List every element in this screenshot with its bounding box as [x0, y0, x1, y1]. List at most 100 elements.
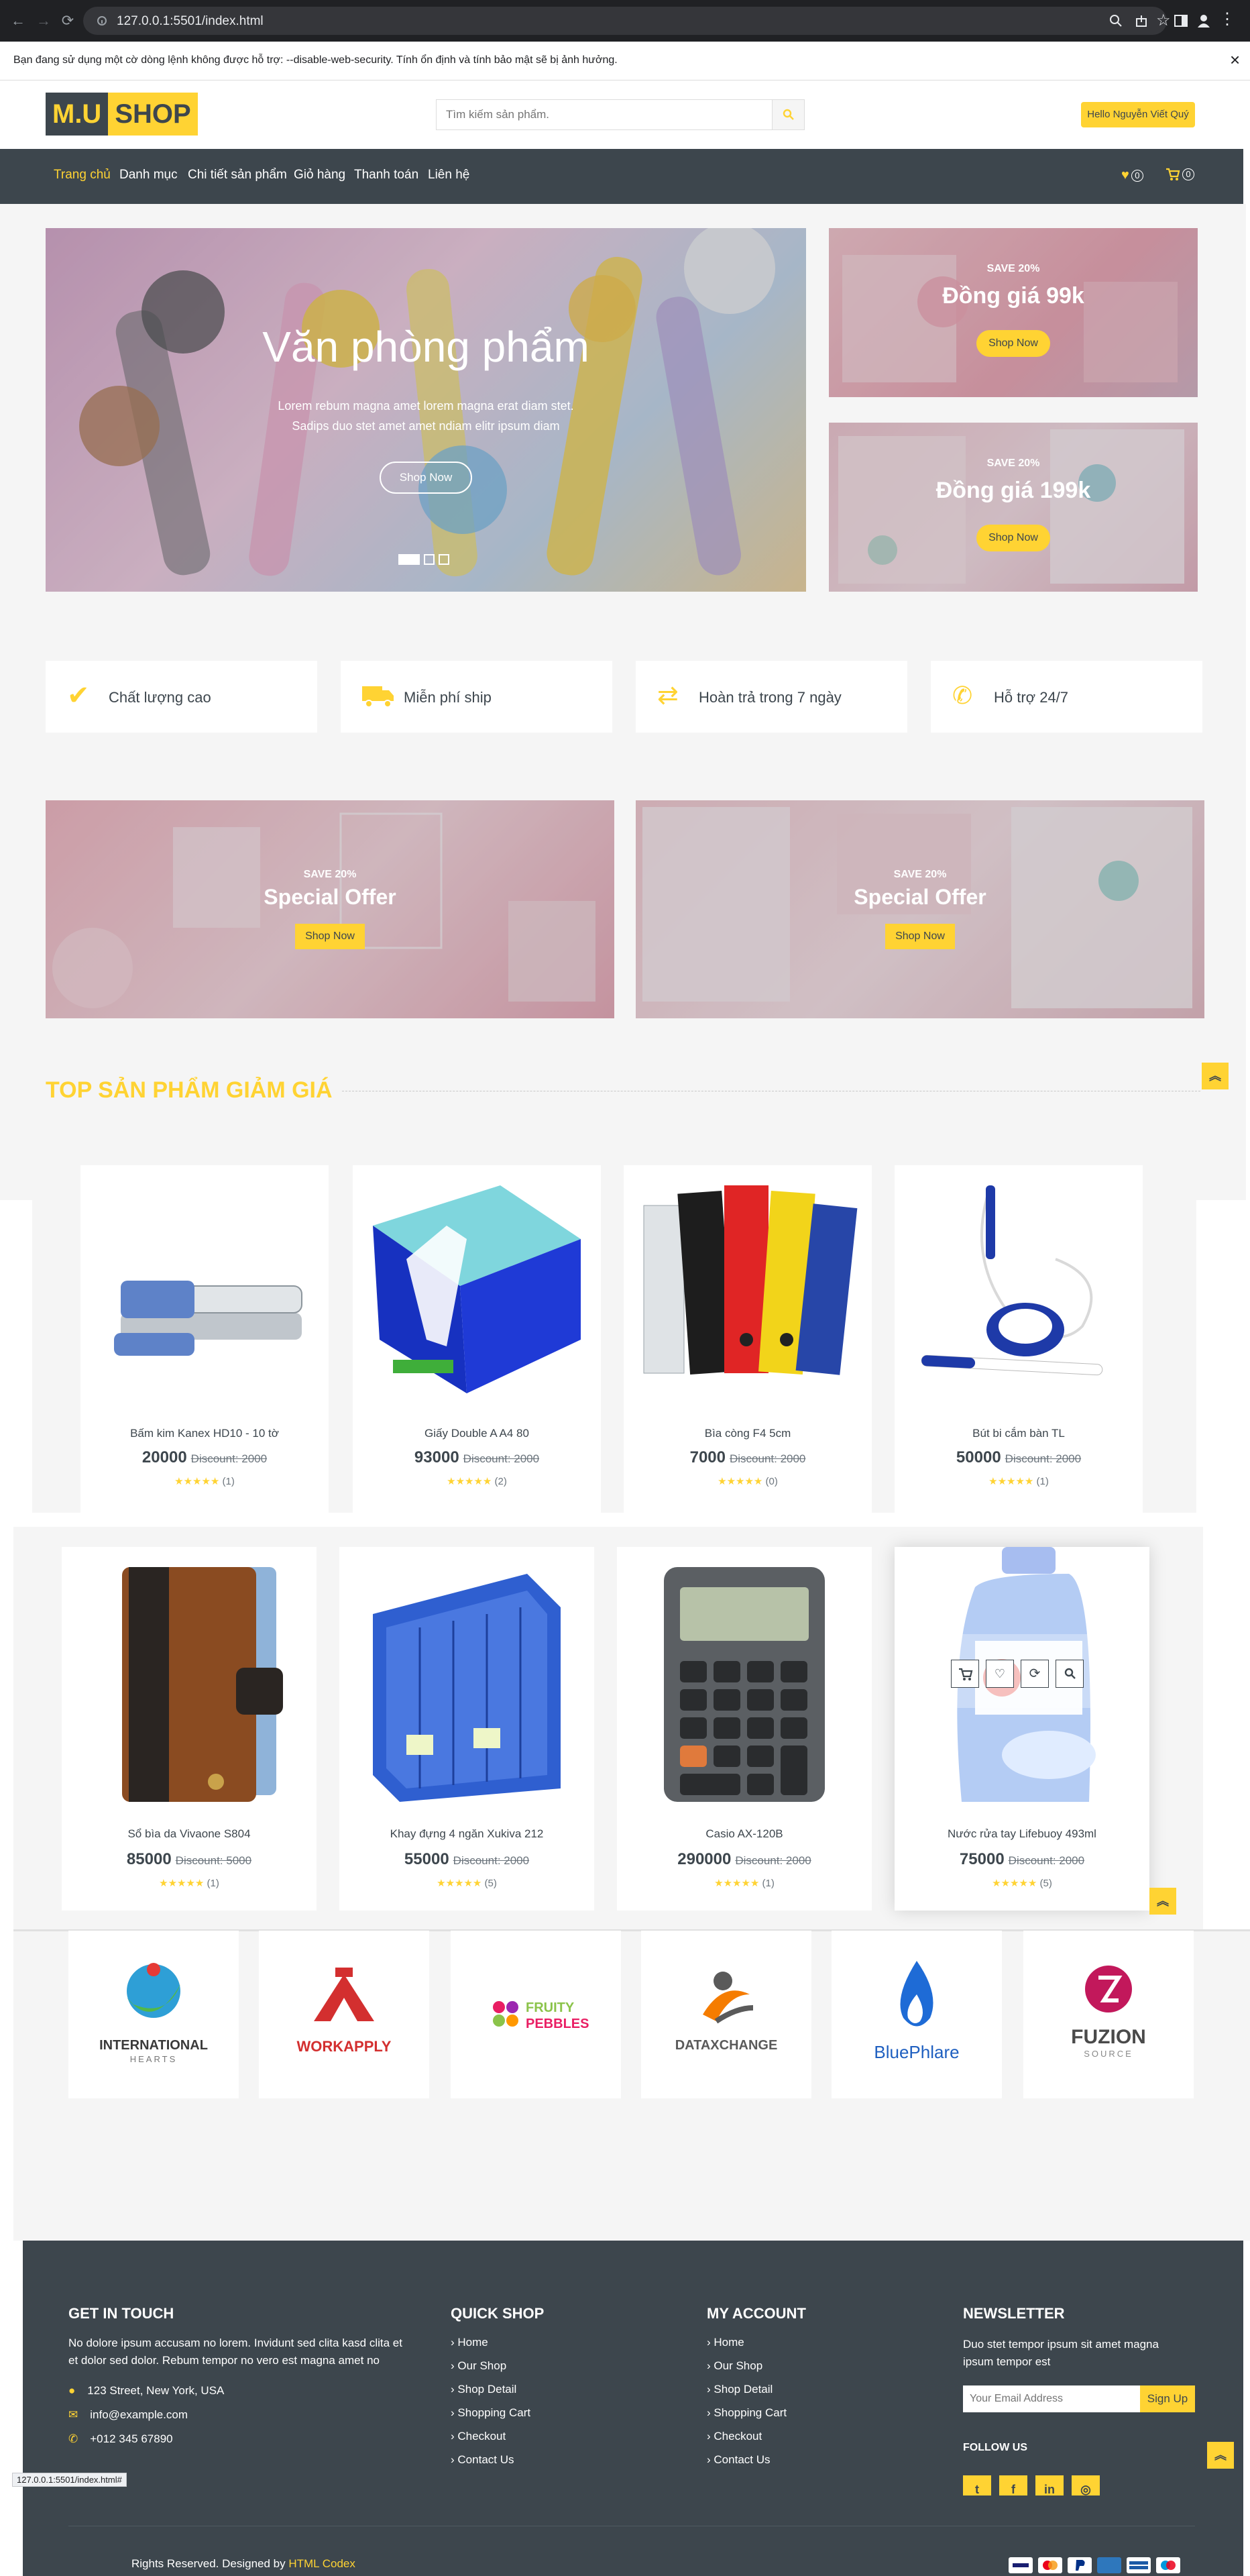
- zoom-icon[interactable]: [1109, 14, 1123, 28]
- address-bar[interactable]: 127.0.0.1:5501/index.html ☆: [83, 7, 1171, 35]
- footer-my-account-title: MY ACCOUNT: [707, 2305, 806, 2322]
- special-offer-2-button[interactable]: Shop Now: [885, 924, 955, 949]
- bookmark-star-icon[interactable]: ☆: [1156, 11, 1171, 30]
- heart-outline-icon: ♡: [994, 1667, 1006, 1680]
- envelope-icon: ✉: [68, 2408, 78, 2421]
- browser-menu-icon[interactable]: ⋮: [1219, 9, 1235, 29]
- cart-button[interactable]: 0: [1166, 168, 1194, 181]
- product-card[interactable]: Bìa còng F4 5cm 7000 Discount: 2000 ★★★★★…: [624, 1165, 872, 1513]
- search-icon: [783, 109, 794, 120]
- footer-link[interactable]: › Contact Us: [451, 2453, 514, 2467]
- product-name[interactable]: Bút bi cắm bàn TL: [895, 1427, 1143, 1440]
- product-name[interactable]: Bìa còng F4 5cm: [624, 1427, 872, 1440]
- footer-link[interactable]: › Shop Detail: [707, 2383, 773, 2396]
- vendor-logo[interactable]: FRUITY PEBBLES: [451, 1931, 621, 2098]
- footer-link[interactable]: › Shop Detail: [451, 2383, 516, 2396]
- product-rating-count: (1): [762, 1878, 775, 1889]
- product-rating: ★★★★★ (1): [988, 1476, 1049, 1487]
- back-to-top-button[interactable]: ︽: [1202, 1063, 1229, 1089]
- footer-link-label: Shopping Cart: [714, 2406, 787, 2419]
- product-card[interactable]: Casio AX-120B 290000 Discount: 2000 ★★★★★…: [617, 1547, 872, 1911]
- product-price: 55000 Discount: 2000: [339, 1850, 594, 1869]
- hero-text: Lorem rebum magna amet lorem magna erat …: [278, 399, 574, 433]
- special-offer-2-save: SAVE 20%: [893, 869, 947, 880]
- product-card[interactable]: Sổ bìa da Vivaone S804 85000 Discount: 50…: [62, 1547, 317, 1911]
- user-greeting-button[interactable]: Hello Nguyễn Viết Quý: [1081, 102, 1195, 127]
- quick-view-action[interactable]: [1056, 1660, 1084, 1688]
- side-panel-icon[interactable]: [1174, 13, 1188, 28]
- facebook-icon: f: [1011, 2483, 1015, 2496]
- url-text: 127.0.0.1:5501/index.html: [117, 14, 264, 28]
- hero-carousel[interactable]: Văn phòng phẩm Lorem rebum magna amet lo…: [46, 228, 806, 592]
- side-offer-1[interactable]: SAVE 20% Đồng giá 99k Shop Now: [829, 228, 1198, 397]
- back-to-top-button[interactable]: ︽: [1207, 2442, 1234, 2469]
- product-card[interactable]: Bấm kim Kanex HD10 - 10 tờ 20000 Discount…: [80, 1165, 329, 1513]
- hero-shop-now-button[interactable]: Shop Now: [380, 462, 472, 494]
- back-to-top-button[interactable]: ︽: [1149, 1888, 1176, 1915]
- add-to-cart-action[interactable]: [951, 1660, 979, 1688]
- product-card[interactable]: Khay đựng 4 ngăn Xukiva 212 55000 Discoun…: [339, 1547, 594, 1911]
- special-offer-1-save: SAVE 20%: [303, 869, 357, 880]
- site-info-icon[interactable]: [97, 15, 107, 26]
- footer-link[interactable]: › Checkout: [707, 2430, 762, 2443]
- search-input[interactable]: [437, 100, 772, 129]
- product-card[interactable]: ♡ ⟳ Nước rửa tay Lifebuoy 493ml 75000 Dis…: [895, 1547, 1149, 1911]
- forward-arrow-icon[interactable]: →: [36, 13, 51, 28]
- chevron-right-icon: ›: [707, 2430, 711, 2443]
- special-offer-1[interactable]: SAVE 20% Special Offer Shop Now: [46, 800, 614, 1018]
- product-name[interactable]: Sổ bìa da Vivaone S804: [62, 1827, 317, 1841]
- newsletter-email-input[interactable]: [963, 2385, 1140, 2412]
- footer-quick-shop-title: QUICK SHOP: [451, 2305, 545, 2322]
- vendor-logo[interactable]: BluePhlare: [832, 1931, 1002, 2098]
- footer-link[interactable]: › Contact Us: [707, 2453, 771, 2467]
- back-arrow-icon[interactable]: ←: [11, 13, 25, 28]
- logo-right: SHOP: [108, 93, 198, 136]
- product-name[interactable]: Giấy Double A A4 80: [353, 1427, 601, 1440]
- nav-item-product-detail[interactable]: Chi tiết sản phẩm: [188, 168, 287, 182]
- footer-link[interactable]: › Home: [451, 2336, 488, 2349]
- close-icon[interactable]: ×: [1230, 50, 1240, 70]
- reload-icon[interactable]: ⟳: [60, 13, 75, 28]
- vendor-logo[interactable]: INTERNATIONAL HEARTS: [68, 1931, 239, 2098]
- side-offer-1-button[interactable]: Shop Now: [976, 330, 1050, 357]
- carousel-indicator-3[interactable]: [439, 554, 449, 565]
- add-to-wishlist-action[interactable]: ♡: [986, 1660, 1014, 1688]
- product-name[interactable]: Bấm kim Kanex HD10 - 10 tờ: [80, 1427, 329, 1440]
- wishlist-button[interactable]: ♥ 0: [1121, 168, 1143, 183]
- carousel-indicator-1[interactable]: [398, 554, 420, 565]
- search-button[interactable]: [772, 100, 804, 129]
- side-offer-2-button[interactable]: Shop Now: [976, 525, 1050, 551]
- product-card[interactable]: Giấy Double A A4 80 93000 Discount: 2000 …: [353, 1165, 601, 1513]
- profile-icon[interactable]: [1196, 13, 1211, 28]
- vendor-logo[interactable]: DATAXCHANGE: [641, 1931, 811, 2098]
- side-offer-2[interactable]: SAVE 20% Đồng giá 199k Shop Now: [829, 423, 1198, 592]
- footer-link[interactable]: › Our Shop: [451, 2359, 506, 2373]
- newsletter-signup-button[interactable]: Sign Up: [1140, 2385, 1195, 2412]
- product-name[interactable]: Casio AX-120B: [617, 1827, 872, 1841]
- footer-link[interactable]: › Checkout: [451, 2430, 506, 2443]
- product-price: 290000 Discount: 2000: [617, 1850, 872, 1869]
- share-icon[interactable]: [1135, 14, 1148, 28]
- compare-action[interactable]: ⟳: [1021, 1660, 1049, 1688]
- nav-item-home[interactable]: Trang chủ: [54, 168, 111, 182]
- product-name[interactable]: Khay đựng 4 ngăn Xukiva 212: [339, 1827, 594, 1841]
- designer-link[interactable]: HTML Codex: [288, 2557, 355, 2570]
- product-card[interactable]: Bút bi cắm bàn TL 50000 Discount: 2000 ★★…: [895, 1165, 1143, 1513]
- search-form: [436, 99, 805, 130]
- nav-item-contact[interactable]: Liên hệ: [428, 168, 469, 182]
- vendor-logo[interactable]: FUZION SOURCE: [1023, 1931, 1194, 2098]
- footer-link[interactable]: › Shopping Cart: [707, 2406, 787, 2420]
- nav-item-cart[interactable]: Giỏ hàng: [294, 168, 345, 182]
- footer-link[interactable]: › Our Shop: [707, 2359, 762, 2373]
- logo[interactable]: M.U SHOP: [46, 93, 198, 136]
- nav-item-categories[interactable]: Danh mục: [119, 168, 178, 182]
- nav-item-checkout[interactable]: Thanh toán: [354, 168, 418, 182]
- special-offer-1-button[interactable]: Shop Now: [295, 924, 365, 949]
- product-name[interactable]: Nước rửa tay Lifebuoy 493ml: [895, 1827, 1149, 1841]
- carousel-indicator-2[interactable]: [424, 554, 435, 565]
- footer-link[interactable]: › Shopping Cart: [451, 2406, 530, 2420]
- product-rating-count: (1): [1036, 1476, 1049, 1487]
- footer-link[interactable]: › Home: [707, 2336, 744, 2349]
- special-offer-2[interactable]: SAVE 20% Special Offer Shop Now: [636, 800, 1204, 1018]
- vendor-logo[interactable]: WORKAPPLY: [259, 1931, 429, 2098]
